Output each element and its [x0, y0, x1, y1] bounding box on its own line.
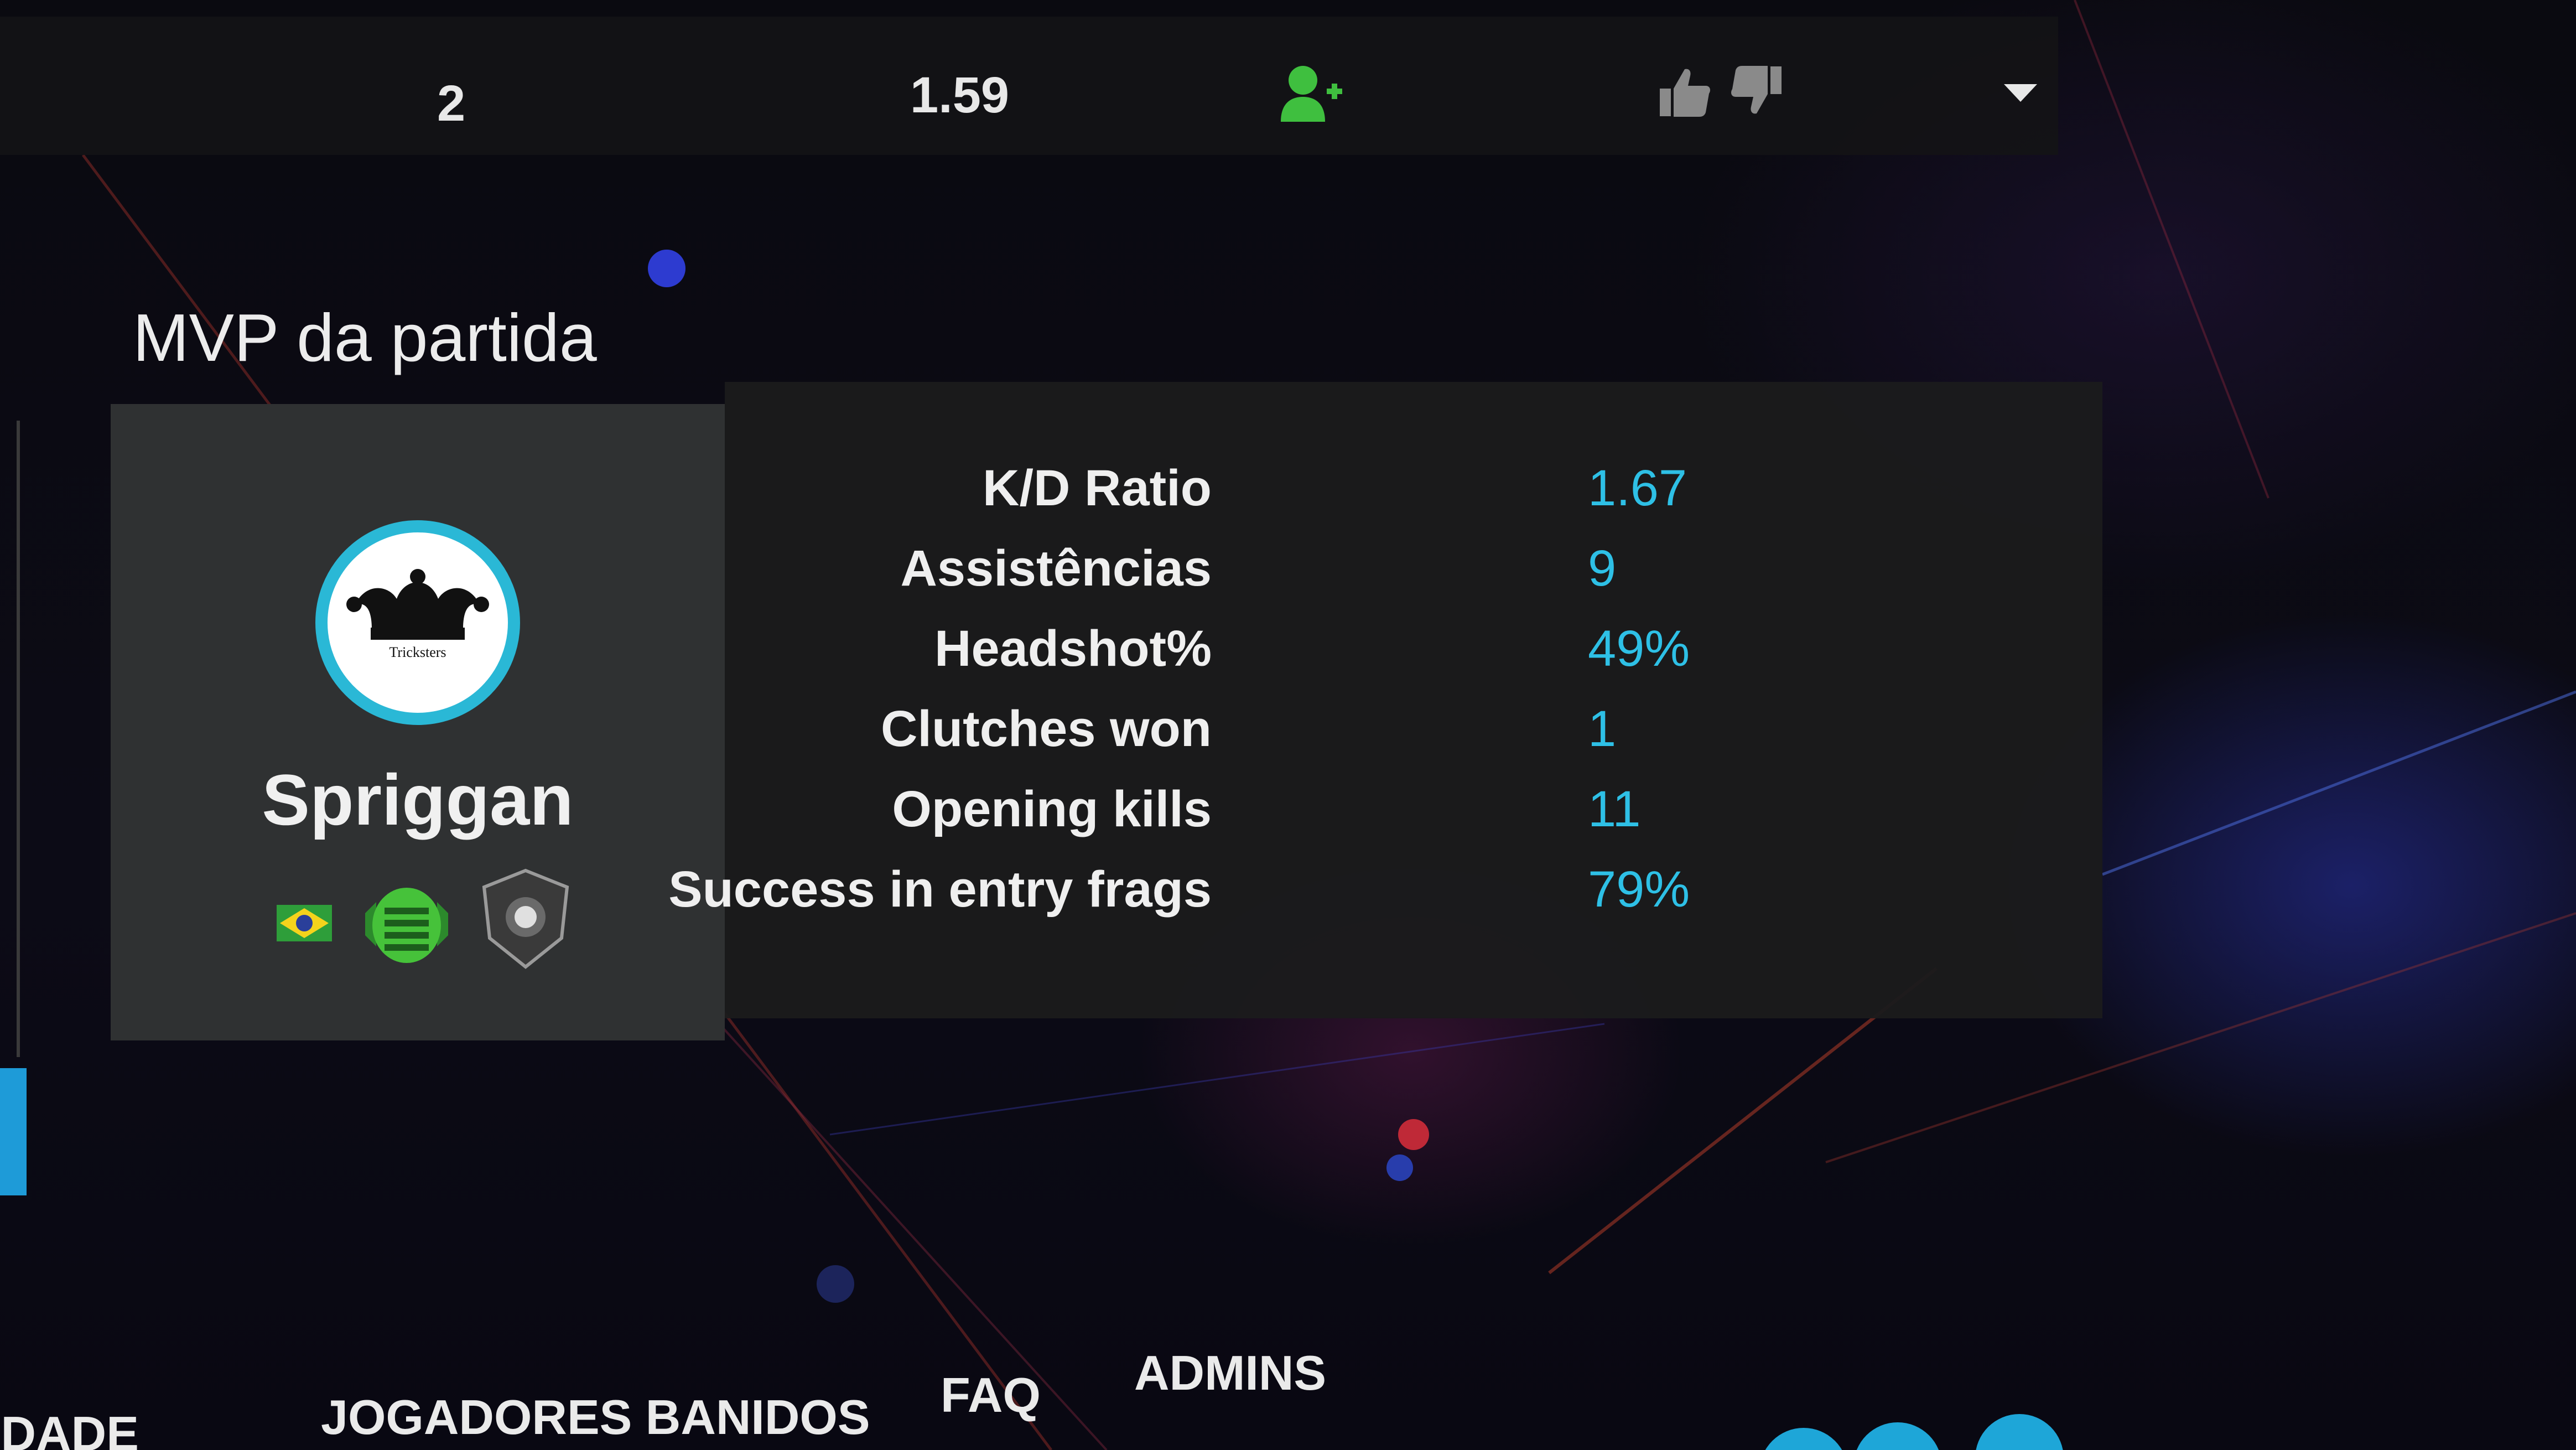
mvp-title: MVP da partida — [133, 300, 597, 375]
thumbs-down-icon[interactable] — [1729, 64, 1784, 119]
stat-value: 1 — [1588, 701, 1617, 757]
stat-label: Opening kills — [892, 781, 1212, 837]
nav-link-acidade[interactable]: ACIDADE — [0, 1406, 139, 1450]
stat-row-clutches: Clutches won 1 — [725, 700, 2102, 778]
avatar[interactable]: Tricksters — [315, 520, 520, 725]
stat-row-kd: K/D Ratio 1.67 — [725, 459, 2102, 537]
row-value-2: 1.59 — [910, 67, 1010, 123]
stat-value: 1.67 — [1588, 460, 1687, 516]
stat-row-entry-frags: Success in entry frags 79% — [668, 861, 2102, 938]
stat-label: K/D Ratio — [983, 460, 1212, 516]
stat-label: Success in entry frags — [668, 861, 1212, 918]
nav-link-faq[interactable]: FAQ — [941, 1367, 1041, 1423]
chevron-down-icon[interactable] — [2003, 83, 2038, 103]
rank-badge-icon — [365, 888, 448, 963]
stat-label: Clutches won — [880, 701, 1212, 757]
shield-badge-icon — [482, 868, 569, 969]
stat-value: 79% — [1588, 861, 1690, 918]
stat-row-opening-kills: Opening kills 11 — [725, 780, 2102, 858]
brazil-flag-icon — [277, 905, 332, 941]
nav-link-jogadores-banidos[interactable]: JOGADORES BANIDOS — [321, 1389, 870, 1446]
social-icon[interactable] — [1853, 1422, 1942, 1450]
nav-link-admins[interactable]: ADMINS — [1134, 1345, 1326, 1401]
player-name[interactable]: Spriggan — [111, 758, 725, 841]
mvp-player-card[interactable]: Tricksters Spriggan — [111, 404, 725, 1040]
mvp-stats-panel: K/D Ratio 1.67 Assistências 9 Headshot% … — [668, 382, 2102, 1018]
stat-value: 9 — [1588, 540, 1617, 597]
jester-hat-icon: Tricksters — [346, 569, 489, 660]
stat-label: Headshot% — [934, 620, 1212, 677]
add-friend-icon[interactable] — [1278, 64, 1344, 125]
stat-row-assists: Assistências 9 — [725, 540, 2102, 617]
avatar-label: Tricksters — [389, 644, 446, 660]
stat-label: Assistências — [900, 540, 1212, 597]
left-accent-bar — [0, 1068, 27, 1195]
stat-row-headshot: Headshot% 49% — [725, 620, 2102, 697]
social-icon[interactable] — [1975, 1414, 2064, 1450]
divider — [17, 421, 20, 1057]
row-value-1: 2 — [437, 75, 466, 132]
player-row: 2 1.59 — [0, 17, 2058, 155]
footer-nav: ACIDADE JOGADORES BANIDOS FAQ ADMINS — [0, 1290, 2576, 1450]
page-stage: 2 1.59 MVP da partida Tricksters Sprigga… — [0, 0, 2576, 1450]
social-icon[interactable] — [1759, 1428, 1848, 1450]
stat-value: 11 — [1588, 781, 1641, 837]
thumbs-up-icon[interactable] — [1657, 64, 1712, 119]
stat-value: 49% — [1588, 620, 1690, 677]
